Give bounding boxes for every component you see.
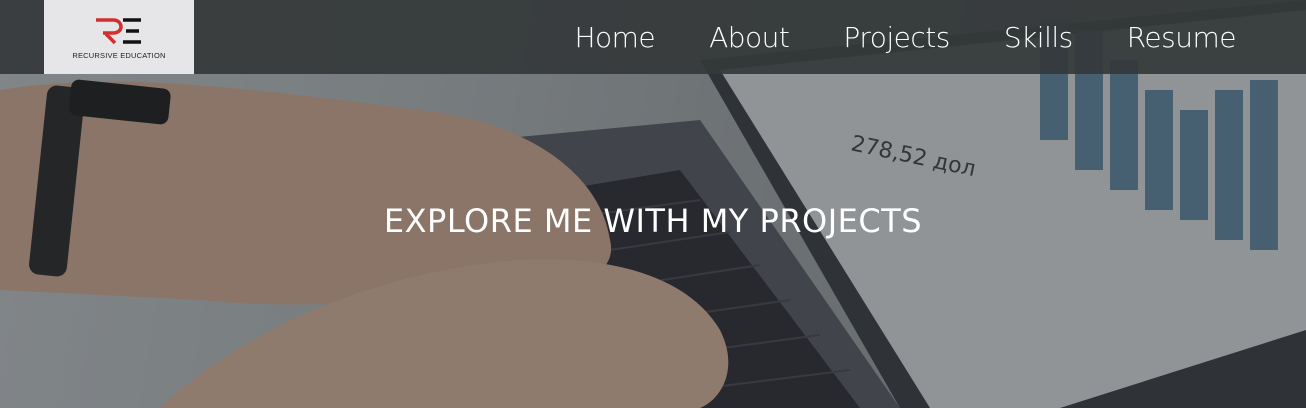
nav-skills[interactable]: Skills xyxy=(1004,21,1073,54)
nav-resume[interactable]: Resume xyxy=(1127,21,1237,54)
logo-mark-icon xyxy=(96,18,141,45)
nav-projects[interactable]: Projects xyxy=(843,21,950,54)
nav-about[interactable]: About xyxy=(709,21,790,54)
logo[interactable]: RECURSIVE EDUCATION xyxy=(44,0,194,74)
main-nav: Home About Projects Skills Resume xyxy=(574,0,1236,74)
navbar: RECURSIVE EDUCATION Home About Projects … xyxy=(0,0,1306,74)
logo-text: RECURSIVE EDUCATION xyxy=(72,51,166,60)
nav-home[interactable]: Home xyxy=(574,21,655,54)
hero-title: EXPLORE ME WITH MY PROJECTS xyxy=(383,202,923,240)
